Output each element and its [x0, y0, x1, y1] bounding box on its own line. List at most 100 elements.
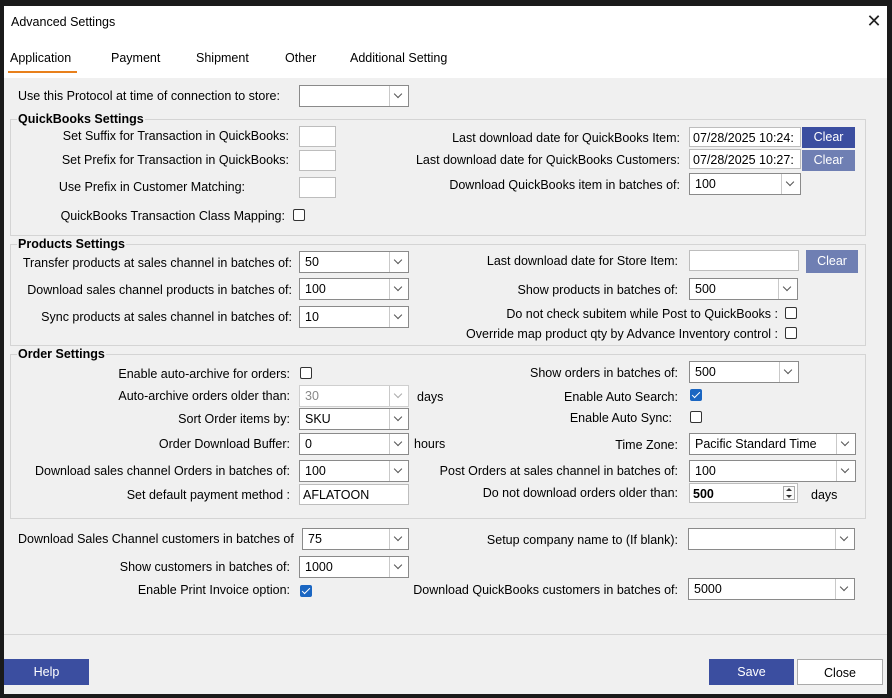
transfer-products-dropdown[interactable]: 50	[299, 251, 409, 273]
transfer-products-label: Transfer products at sales channel in ba…	[22, 256, 292, 270]
sort-items-dropdown[interactable]: SKU	[299, 408, 409, 430]
products-settings-header: Products Settings	[17, 237, 126, 251]
tab-additional-setting[interactable]: Additional Setting	[350, 51, 447, 65]
last-store-item-label: Last download date for Store Item:	[486, 254, 678, 268]
dialog-title: Advanced Settings	[11, 15, 116, 29]
advanced-settings-dialog: Advanced Settings ✕ Application Payment …	[4, 6, 887, 694]
payment-method-input[interactable]: AFLATOON	[299, 484, 409, 505]
time-zone-value: Pacific Standard Time	[695, 437, 817, 451]
quickbooks-settings-header: QuickBooks Settings	[17, 112, 145, 126]
show-customers-dropdown[interactable]: 1000	[299, 556, 409, 578]
footer-divider	[4, 634, 887, 635]
auto-archive-label: Enable auto-archive for orders:	[118, 367, 290, 381]
chevron-down-icon	[389, 434, 408, 454]
show-products-label: Show products in batches of:	[517, 283, 678, 297]
auto-search-label: Enable Auto Search:	[564, 390, 678, 404]
last-store-item-field	[689, 250, 799, 271]
title-bar: Advanced Settings ✕	[4, 6, 887, 38]
download-products-value: 100	[305, 282, 326, 296]
show-products-dropdown[interactable]: 500	[689, 278, 798, 300]
download-orders-dropdown[interactable]: 100	[299, 460, 409, 482]
sync-products-dropdown[interactable]: 10	[299, 306, 409, 328]
override-qty-checkbox[interactable]	[785, 327, 797, 339]
auto-sync-checkbox[interactable]	[690, 411, 702, 423]
qb-batch-value: 100	[695, 177, 716, 191]
older-orders-label: Do not download orders older than:	[482, 486, 678, 500]
payment-method-value: AFLATOON	[303, 488, 370, 502]
qb-last-customers-field: 07/28/2025 10:27:	[689, 149, 801, 169]
older-orders-value: 500	[693, 487, 714, 501]
class-mapping-label: QuickBooks Transaction Class Mapping:	[60, 209, 285, 223]
download-customers-dropdown[interactable]: 75	[302, 528, 409, 550]
post-orders-dropdown[interactable]: 100	[689, 460, 856, 482]
clear-qb-item-button[interactable]: Clear	[802, 127, 855, 148]
subitem-checkbox[interactable]	[785, 307, 797, 319]
show-customers-label: Show customers in batches of:	[119, 560, 290, 574]
sort-items-label: Sort Order items by:	[178, 412, 290, 426]
suffix-label: Set Suffix for Transaction in QuickBooks…	[62, 129, 289, 143]
download-products-dropdown[interactable]: 100	[299, 278, 409, 300]
post-orders-value: 100	[695, 464, 716, 478]
chevron-down-icon	[389, 386, 408, 406]
qb-last-customers-value: 07/28/2025 10:27:	[693, 153, 794, 167]
download-buffer-dropdown[interactable]: 0	[299, 433, 409, 455]
close-button[interactable]: Close	[797, 659, 883, 685]
prefix-match-input[interactable]	[299, 177, 336, 198]
qb-last-customers-label: Last download date for QuickBooks Custom…	[415, 153, 680, 167]
help-button[interactable]: Help	[4, 659, 89, 685]
company-name-dropdown[interactable]	[688, 528, 855, 550]
download-buffer-value: 0	[305, 437, 312, 451]
qb-customers-batch-label: Download QuickBooks customers in batches…	[413, 583, 678, 597]
prefix-input[interactable]	[299, 150, 336, 171]
print-invoice-checkbox[interactable]	[300, 585, 312, 597]
tab-application[interactable]: Application	[7, 51, 78, 73]
print-invoice-label: Enable Print Invoice option:	[137, 583, 290, 597]
tab-other[interactable]: Other	[285, 51, 316, 65]
prefix-match-label: Use Prefix in Customer Matching:	[58, 180, 245, 194]
subitem-label: Do not check subitem while Post to Quick…	[506, 307, 778, 321]
chevron-down-icon	[835, 529, 854, 549]
auto-archive-checkbox[interactable]	[300, 367, 312, 379]
chevron-down-icon	[389, 86, 408, 106]
sync-products-label: Sync products at sales channel in batche…	[41, 310, 292, 324]
class-mapping-checkbox[interactable]	[293, 209, 305, 221]
company-name-label: Setup company name to (If blank):	[486, 533, 678, 547]
qb-customers-batch-value: 5000	[694, 582, 722, 596]
save-button[interactable]: Save	[709, 659, 794, 685]
download-buffer-label: Order Download Buffer:	[158, 437, 290, 451]
qb-batch-dropdown[interactable]: 100	[689, 173, 801, 195]
suffix-input[interactable]	[299, 126, 336, 147]
qb-customers-batch-dropdown[interactable]: 5000	[688, 578, 855, 600]
chevron-down-icon	[836, 461, 855, 481]
tab-shipment[interactable]: Shipment	[196, 51, 249, 65]
auto-sync-label: Enable Auto Sync:	[569, 411, 672, 425]
protocol-dropdown[interactable]	[299, 85, 409, 107]
archive-older-value: 30	[305, 389, 319, 403]
protocol-label: Use this Protocol at time of connection …	[18, 89, 280, 103]
show-orders-dropdown[interactable]: 500	[689, 361, 799, 383]
download-orders-label: Download sales channel Orders in batches…	[34, 464, 290, 478]
tab-payment[interactable]: Payment	[111, 51, 160, 65]
qb-last-item-field: 07/28/2025 10:24:	[689, 127, 801, 147]
older-orders-spinner[interactable]: 500	[689, 483, 798, 503]
payment-method-label: Set default payment method :	[126, 488, 290, 502]
time-zone-dropdown[interactable]: Pacific Standard Time	[689, 433, 856, 455]
archive-older-dropdown[interactable]: 30	[299, 385, 409, 407]
time-zone-label: Time Zone:	[615, 438, 678, 452]
download-customers-value: 75	[308, 532, 322, 546]
sort-items-value: SKU	[305, 412, 331, 426]
auto-search-checkbox[interactable]	[690, 389, 702, 401]
chevron-down-icon	[779, 362, 798, 382]
download-customers-label: Download Sales Channel customers in batc…	[18, 532, 294, 546]
chevron-down-icon	[389, 409, 408, 429]
spinner-arrows-icon[interactable]	[783, 486, 795, 500]
show-products-value: 500	[695, 282, 716, 296]
clear-qb-customers-button[interactable]: Clear	[802, 150, 855, 171]
transfer-products-value: 50	[305, 255, 319, 269]
download-orders-value: 100	[305, 464, 326, 478]
close-icon[interactable]: ✕	[864, 10, 884, 32]
clear-store-item-button[interactable]: Clear	[806, 250, 858, 273]
sync-products-value: 10	[305, 310, 319, 324]
older-days-label: days	[811, 488, 838, 502]
show-orders-value: 500	[695, 365, 716, 379]
